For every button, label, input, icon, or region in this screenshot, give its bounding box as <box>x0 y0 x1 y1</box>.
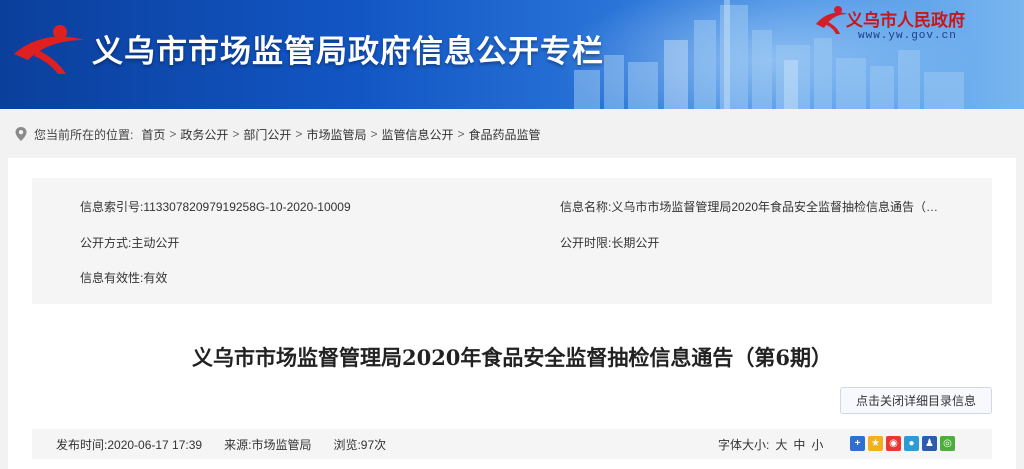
location-pin-icon <box>15 127 27 141</box>
breadcrumb-market-bureau[interactable]: 市场监管局 <box>306 126 366 143</box>
share-more-icon[interactable]: + <box>850 436 865 451</box>
gov-name[interactable]: 义乌市人民政府 <box>846 6 965 31</box>
info-validity: 信息有效性:有效 <box>80 271 168 285</box>
info-index-value: 11330782097919258G-10-2020-10009 <box>143 200 351 214</box>
info-name-value: 义乌市市场监督管理局2020年食品安全监督抽检信息通告（第6期） <box>611 200 948 214</box>
font-size-small[interactable]: 小 <box>811 436 823 453</box>
breadcrumb-department[interactable]: 部门公开 <box>243 126 291 143</box>
toggle-catalog-button[interactable]: 点击关闭详细目录信息 <box>840 387 992 414</box>
info-name: 信息名称:义乌市市场监督管理局2020年食品安全监督抽检信息通告（第6期） <box>560 198 948 215</box>
info-index: 信息索引号:11330782097919258G-10-2020-10009 <box>80 200 351 214</box>
share-qzone-icon[interactable]: ★ <box>868 436 883 451</box>
info-method-value: 主动公开 <box>131 236 180 250</box>
info-catalog-box: 信息索引号:11330782097919258G-10-2020-10009 信… <box>32 178 992 304</box>
font-size-label: 字体大小: <box>718 437 770 452</box>
breadcrumb-separator: > <box>457 127 465 141</box>
font-size-large[interactable]: 大 <box>775 436 787 453</box>
view-count: 浏览:97次 <box>333 437 387 452</box>
publish-time: 发布时间:2020-06-17 17:39 <box>56 437 203 452</box>
share-tqq-icon[interactable]: ● <box>904 436 919 451</box>
breadcrumb-food-drug[interactable]: 食品药品监管 <box>469 126 541 143</box>
breadcrumb: 您当前所在的位置: 首页 > 政务公开 > 部门公开 > 市场监管局 > 监管信… <box>14 124 541 144</box>
breadcrumb-gov-affairs[interactable]: 政务公开 <box>180 126 228 143</box>
info-method: 公开方式:主动公开 <box>80 236 180 250</box>
meta-bar: 发布时间:2020-06-17 17:39 来源:市场监管局 浏览:97次 字体… <box>32 429 992 459</box>
breadcrumb-separator: > <box>295 127 303 141</box>
header-banner: 义乌市市场监管局政府信息公开专栏 义乌市人民政府 www.yw.gov.cn <box>0 0 1024 109</box>
breadcrumb-separator: > <box>169 127 177 141</box>
breadcrumb-separator: > <box>232 127 240 141</box>
banner-title: 义乌市市场监管局政府信息公开专栏 <box>92 34 604 70</box>
share-wechat-icon[interactable]: ◎ <box>940 436 955 451</box>
breadcrumb-supervision-info[interactable]: 监管信息公开 <box>381 126 453 143</box>
yiwu-logo-icon <box>14 25 84 74</box>
font-size-control: 字体大小: 大 中 小 <box>718 429 823 459</box>
source: 来源:市场监管局 <box>224 437 312 452</box>
info-period: 公开时限:长期公开 <box>560 236 660 250</box>
breadcrumb-separator: > <box>370 127 378 141</box>
breadcrumb-prefix: 您当前所在的位置: <box>34 127 134 142</box>
gov-url[interactable]: www.yw.gov.cn <box>858 30 957 42</box>
content-panel: 信息索引号:11330782097919258G-10-2020-10009 信… <box>8 158 1016 469</box>
gov-logo-icon <box>816 6 848 34</box>
font-size-medium[interactable]: 中 <box>793 436 805 453</box>
document-title: 义乌市市场监督管理局2020年食品安全监督抽检信息通告（第6期） <box>191 345 833 370</box>
share-icons: + ★ ◉ ● ♟ ◎ <box>850 436 955 451</box>
share-renren-icon[interactable]: ♟ <box>922 436 937 451</box>
info-validity-value: 有效 <box>143 271 168 285</box>
share-weibo-icon[interactable]: ◉ <box>886 436 901 451</box>
info-period-value: 长期公开 <box>611 236 660 250</box>
breadcrumb-home[interactable]: 首页 <box>141 126 165 143</box>
